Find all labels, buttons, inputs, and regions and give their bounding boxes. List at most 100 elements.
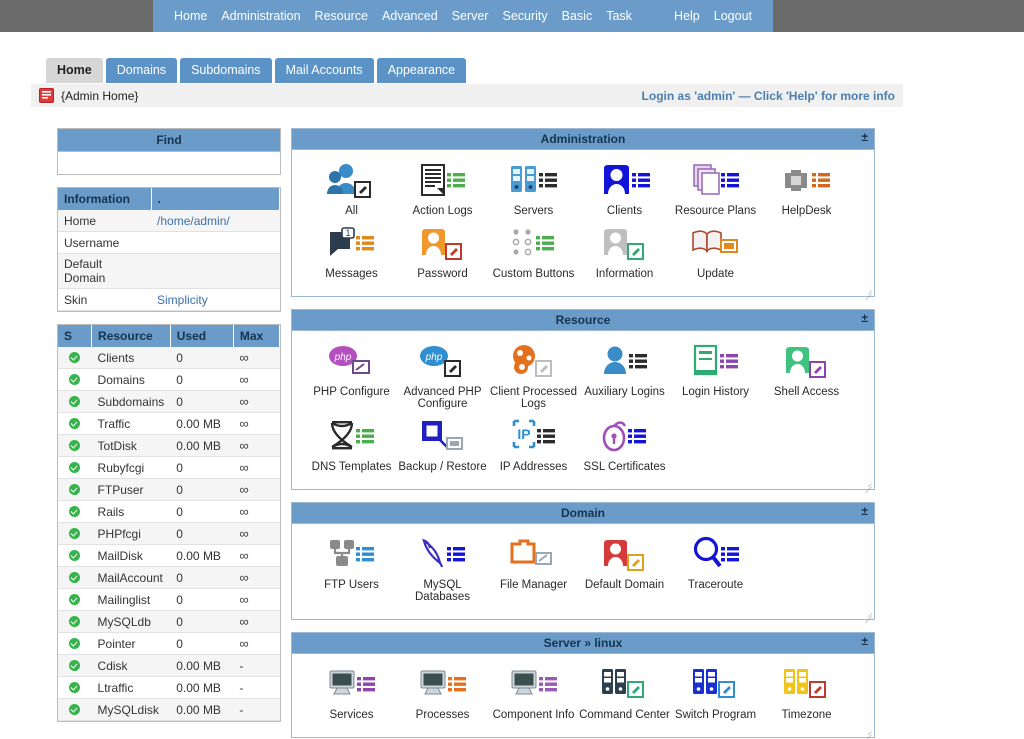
information-value[interactable]: Simplicity (151, 289, 279, 311)
tab-domains[interactable]: Domains (106, 58, 177, 83)
launcher-advanced-php-configure[interactable]: php Advanced PHP Configure (397, 341, 488, 416)
resource-body: Clients0∞Domains0∞Subdomains0∞Traffic0.0… (58, 347, 280, 721)
resource-name: Mailinglist (92, 589, 171, 611)
launcher-backup-restore[interactable]: Backup / Restore (397, 416, 488, 479)
launcher-switch-program[interactable]: Switch Program (670, 664, 761, 727)
panel-collapse-toggle-icon[interactable]: ± (861, 634, 868, 648)
check-circle-icon (69, 396, 80, 407)
login-notice[interactable]: Login as 'admin' — Click 'Help' for more… (642, 89, 895, 103)
nav-item-administration[interactable]: Administration (214, 0, 307, 32)
tab-subdomains[interactable]: Subdomains (180, 58, 272, 83)
check-circle-icon (69, 638, 80, 649)
resource-max: ∞ (233, 589, 279, 611)
resource-used: 0 (170, 523, 233, 545)
launcher-processes[interactable]: Processes (397, 664, 488, 727)
launcher-default-domain[interactable]: Default Domain (579, 534, 670, 609)
launcher-label: HelpDesk (761, 205, 852, 217)
launcher-auxiliary-logins[interactable]: Auxiliary Logins (579, 341, 670, 416)
panel-resize-handle[interactable] (861, 283, 873, 295)
launcher-label: Update (670, 268, 761, 280)
launcher-custom-buttons[interactable]: Custom Buttons (488, 223, 579, 286)
launcher-dns-templates[interactable]: DNS Templates (306, 416, 397, 479)
client-person-icon (579, 160, 670, 202)
launcher-component-info[interactable]: Component Info (488, 664, 579, 727)
launcher-information[interactable]: Information (579, 223, 670, 286)
helpdesk-icon (761, 160, 852, 202)
table-row: Domains0∞ (58, 369, 280, 391)
panel-resize-handle[interactable] (861, 724, 873, 736)
information-label: Username (58, 232, 151, 254)
launcher-file-manager[interactable]: File Manager (488, 534, 579, 609)
status-badge (58, 633, 92, 655)
launcher-mysql-databases[interactable]: MySQL Databases (397, 534, 488, 609)
panel-header[interactable]: Domain± (292, 503, 874, 524)
resource-max: ∞ (233, 479, 279, 501)
launcher-command-center[interactable]: Command Center (579, 664, 670, 727)
launcher-helpdesk[interactable]: HelpDesk (761, 160, 852, 223)
check-circle-icon (69, 484, 80, 495)
panel-server-linux: Server » linux ± Services Processes Compo… (291, 632, 875, 738)
status-badge (58, 369, 92, 391)
resource-box: SResourceUsedMax Clients0∞Domains0∞Subdo… (57, 324, 281, 722)
panel-body: php PHP Configure php Advanced PHP Confi… (292, 331, 874, 489)
status-badge (58, 457, 92, 479)
panel-collapse-toggle-icon[interactable]: ± (861, 504, 868, 518)
find-box: Find (57, 128, 281, 175)
launcher-all[interactable]: All (306, 160, 397, 223)
launcher-update[interactable]: Update (670, 223, 761, 286)
launcher-label: IP Addresses (488, 461, 579, 473)
nav-item-security[interactable]: Security (495, 0, 554, 32)
tab-home[interactable]: Home (46, 58, 103, 83)
tab-appearance[interactable]: Appearance (377, 58, 466, 83)
launcher-timezone[interactable]: Timezone (761, 664, 852, 727)
launcher-messages[interactable]: 1 Messages (306, 223, 397, 286)
panel-header[interactable]: Administration± (292, 129, 874, 150)
panel-header[interactable]: Server » linux ± (292, 633, 874, 654)
document-list-icon (397, 160, 488, 202)
search-input[interactable] (58, 152, 280, 174)
nav-item-home[interactable]: Home (167, 0, 214, 32)
table-row: MySQLdisk0.00 MB- (58, 699, 280, 721)
launcher-ip-addresses[interactable]: IP IP Addresses (488, 416, 579, 479)
launcher-label: Traceroute (670, 579, 761, 591)
launcher-client-processed-logs[interactable]: Client Processed Logs (488, 341, 579, 416)
status-badge (58, 699, 92, 721)
launcher-clients[interactable]: Clients (579, 160, 670, 223)
tab-mail-accounts[interactable]: Mail Accounts (275, 58, 374, 83)
nav-item-logout[interactable]: Logout (707, 0, 759, 32)
nav-item-resource[interactable]: Resource (308, 0, 376, 32)
launcher-php-configure[interactable]: php PHP Configure (306, 341, 397, 416)
panel-resize-handle[interactable] (861, 476, 873, 488)
launcher-traceroute[interactable]: Traceroute (670, 534, 761, 609)
messages-icon: 1 (306, 223, 397, 265)
launcher-servers[interactable]: Servers (488, 160, 579, 223)
nav-item-help[interactable]: Help (667, 0, 707, 32)
panel-collapse-toggle-icon[interactable]: ± (861, 311, 868, 325)
resource-col-header: Resource (92, 325, 171, 347)
advanced-php-icon: php (397, 341, 488, 383)
nav-item-basic[interactable]: Basic (555, 0, 600, 32)
launcher-ssl-certificates[interactable]: SSL Certificates (579, 416, 670, 479)
information-value[interactable]: /home/admin/ (151, 210, 279, 232)
resource-max: ∞ (233, 435, 279, 457)
launcher-login-history[interactable]: Login History (670, 341, 761, 416)
resource-used: 0 (170, 611, 233, 633)
launcher-password[interactable]: Password (397, 223, 488, 286)
check-circle-icon (69, 660, 80, 671)
nav-item-advanced[interactable]: Advanced (375, 0, 445, 32)
launcher-ftp-users[interactable]: FTP Users (306, 534, 397, 609)
nav-item-server[interactable]: Server (445, 0, 496, 32)
launcher-resource-plans[interactable]: Resource Plans (670, 160, 761, 223)
resource-used: 0 (170, 347, 233, 369)
panel-header[interactable]: Resource± (292, 310, 874, 331)
panel-collapse-toggle-icon[interactable]: ± (861, 130, 868, 144)
launcher-services[interactable]: Services (306, 664, 397, 727)
launcher-action-logs[interactable]: Action Logs (397, 160, 488, 223)
panel-title: Server » linux (544, 636, 623, 650)
resource-max: - (233, 699, 279, 721)
launcher-label: Shell Access (761, 386, 852, 398)
launcher-shell-access[interactable]: Shell Access (761, 341, 852, 416)
panel-resize-handle[interactable] (861, 606, 873, 618)
check-circle-icon (69, 506, 80, 517)
nav-item-task[interactable]: Task (599, 0, 639, 32)
